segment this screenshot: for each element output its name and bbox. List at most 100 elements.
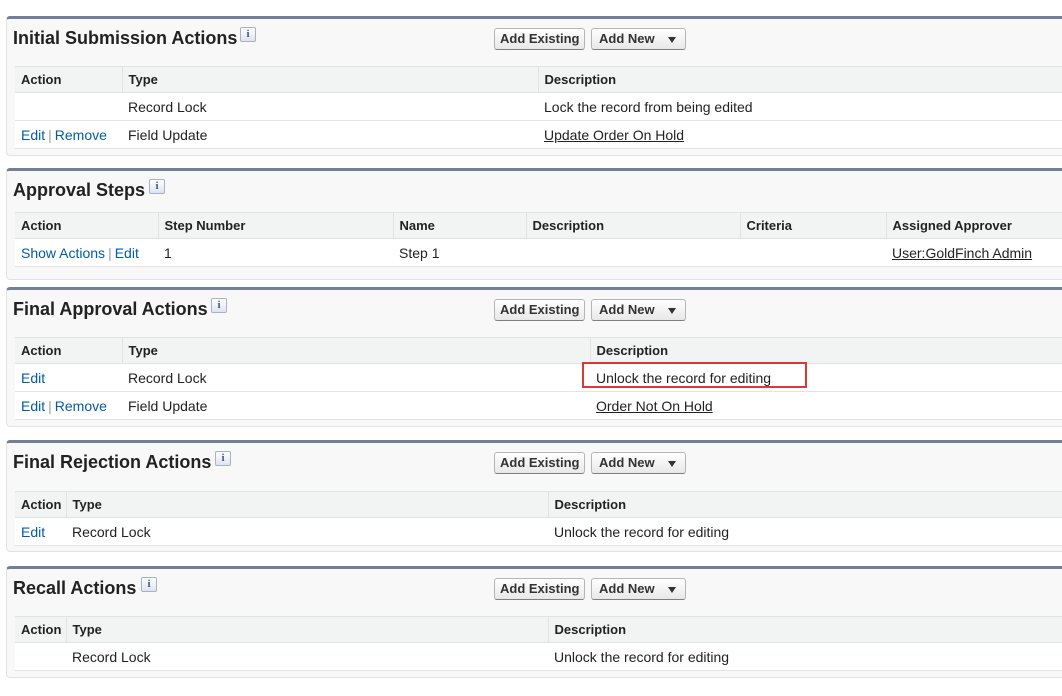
remove-link[interactable]: Remove bbox=[55, 127, 107, 143]
table-header-row: Action Type Description bbox=[15, 66, 1062, 93]
final-rejection-table: Action Type Description Edit Record Lock… bbox=[15, 491, 1062, 546]
add-new-label: Add New bbox=[599, 302, 655, 317]
approver-link[interactable]: User:GoldFinch Admin bbox=[892, 245, 1032, 261]
remove-link[interactable]: Remove bbox=[55, 398, 107, 414]
info-icon[interactable]: i bbox=[149, 179, 165, 194]
approver-cell: User:GoldFinch Admin bbox=[886, 238, 1062, 267]
info-icon[interactable]: i bbox=[240, 27, 256, 42]
column-header-description: Description bbox=[547, 491, 1062, 518]
action-cell: Edit | Remove bbox=[15, 120, 122, 149]
table-header-row: Action Type Description bbox=[15, 491, 1062, 518]
edit-link[interactable]: Edit bbox=[115, 245, 139, 261]
add-new-label: Add New bbox=[599, 581, 655, 596]
approval-steps-table: Action Step Number Name Description Crit… bbox=[15, 212, 1062, 267]
add-existing-button[interactable]: Add Existing bbox=[494, 299, 585, 321]
column-header-action: Action bbox=[15, 491, 66, 518]
type-cell: Record Lock bbox=[122, 92, 538, 121]
table-header-row: Action Type Description bbox=[15, 337, 1062, 364]
add-existing-button[interactable]: Add Existing bbox=[494, 578, 585, 600]
type-cell: Field Update bbox=[122, 391, 590, 420]
table-row: Edit Record Lock Unlock the record for e… bbox=[15, 517, 1062, 546]
description-cell bbox=[526, 238, 740, 267]
column-header-action: Action bbox=[15, 616, 66, 643]
column-header-type: Type bbox=[65, 616, 548, 643]
column-header-step-number: Step Number bbox=[157, 212, 393, 239]
recall-section: Recall Actions i Add Existing Add New Ac… bbox=[6, 566, 1062, 678]
description-cell: Update Order On Hold bbox=[538, 120, 1062, 149]
edit-link[interactable]: Edit bbox=[21, 370, 45, 386]
edit-link[interactable]: Edit bbox=[21, 524, 45, 540]
section-title: Approval Steps bbox=[13, 180, 146, 200]
info-icon[interactable]: i bbox=[211, 298, 227, 313]
add-new-button[interactable]: Add New bbox=[591, 299, 686, 321]
add-new-button[interactable]: Add New bbox=[591, 452, 686, 474]
table-header-row: Action Type Description bbox=[15, 616, 1062, 643]
name-cell: Step 1 bbox=[393, 238, 526, 267]
separator: | bbox=[48, 126, 52, 143]
column-header-type: Type bbox=[65, 491, 548, 518]
add-new-button[interactable]: Add New bbox=[591, 578, 686, 600]
initial-submission-table: Action Type Description Record Lock Lock… bbox=[15, 66, 1062, 149]
add-new-label: Add New bbox=[599, 31, 655, 46]
column-header-criteria: Criteria bbox=[739, 212, 886, 239]
table-row: Record Lock Lock the record from being e… bbox=[15, 92, 1062, 121]
column-header-type: Type bbox=[121, 337, 590, 364]
action-cell: Edit bbox=[15, 517, 66, 546]
action-cell: Edit bbox=[15, 363, 122, 392]
section-title: Initial Submission Actions bbox=[13, 28, 238, 48]
final-approval-section: Final Approval Actions i Add Existing Ad… bbox=[6, 287, 1062, 427]
add-new-button[interactable]: Add New bbox=[591, 28, 686, 50]
description-cell: Unlock the record for editing bbox=[548, 642, 1062, 671]
column-header-description: Description bbox=[537, 66, 1062, 93]
add-existing-button[interactable]: Add Existing bbox=[494, 28, 585, 50]
approval-steps-section: Approval Steps i Action Step Number Name… bbox=[6, 168, 1062, 280]
table-header-row: Action Step Number Name Description Crit… bbox=[15, 212, 1062, 239]
table-row: Edit Record Lock Unlock the record for e… bbox=[15, 363, 1062, 392]
column-header-description: Description bbox=[589, 337, 1062, 364]
column-header-action: Action bbox=[15, 337, 122, 364]
column-header-action: Action bbox=[15, 212, 158, 239]
final-approval-table: Action Type Description Edit Record Lock… bbox=[15, 337, 1062, 420]
edit-link[interactable]: Edit bbox=[21, 398, 45, 414]
edit-link[interactable]: Edit bbox=[21, 127, 45, 143]
description-cell: Unlock the record for editing bbox=[548, 517, 1062, 546]
type-cell: Field Update bbox=[122, 120, 538, 149]
section-title: Final Approval Actions bbox=[13, 299, 208, 319]
column-header-description: Description bbox=[547, 616, 1062, 643]
separator: | bbox=[108, 244, 112, 261]
caret-down-icon bbox=[668, 37, 676, 43]
description-link[interactable]: Update Order On Hold bbox=[544, 127, 684, 143]
info-icon[interactable]: i bbox=[215, 451, 231, 466]
add-existing-button[interactable]: Add Existing bbox=[494, 452, 585, 474]
type-cell: Record Lock bbox=[66, 642, 548, 671]
column-header-description: Description bbox=[525, 212, 740, 239]
final-rejection-section: Final Rejection Actions i Add Existing A… bbox=[6, 440, 1062, 552]
step-number-cell: 1 bbox=[158, 238, 393, 267]
table-row: Edit | Remove Field Update Update Order On… bbox=[15, 120, 1062, 149]
description-cell: Order Not On Hold bbox=[590, 391, 1062, 420]
caret-down-icon bbox=[668, 461, 676, 467]
table-row: Edit | Remove Field Update Order Not On Ho… bbox=[15, 391, 1062, 420]
description-cell: Unlock the record for editing bbox=[590, 363, 1062, 392]
description-link[interactable]: Order Not On Hold bbox=[596, 398, 713, 414]
action-cell: Show Actions | Edit bbox=[15, 238, 158, 267]
section-title: Final Rejection Actions bbox=[13, 452, 212, 472]
table-row: Record Lock Unlock the record for editin… bbox=[15, 642, 1062, 671]
column-header-name: Name bbox=[392, 212, 526, 239]
recall-table: Action Type Description Record Lock Unlo… bbox=[15, 616, 1062, 671]
type-cell: Record Lock bbox=[66, 517, 548, 546]
caret-down-icon bbox=[668, 308, 676, 314]
description-cell: Lock the record from being edited bbox=[538, 92, 1062, 121]
action-cell bbox=[15, 642, 66, 671]
column-header-assigned-approver: Assigned Approver bbox=[885, 212, 1062, 239]
separator: | bbox=[48, 397, 52, 414]
type-cell: Record Lock bbox=[122, 363, 590, 392]
caret-down-icon bbox=[668, 587, 676, 593]
add-new-label: Add New bbox=[599, 455, 655, 470]
action-cell: Edit | Remove bbox=[15, 391, 122, 420]
column-header-action: Action bbox=[15, 66, 122, 93]
initial-submission-section: Initial Submission Actions i Add Existin… bbox=[6, 16, 1062, 156]
show-actions-link[interactable]: Show Actions bbox=[21, 245, 105, 261]
section-title: Recall Actions bbox=[13, 578, 137, 598]
info-icon[interactable]: i bbox=[141, 577, 157, 592]
